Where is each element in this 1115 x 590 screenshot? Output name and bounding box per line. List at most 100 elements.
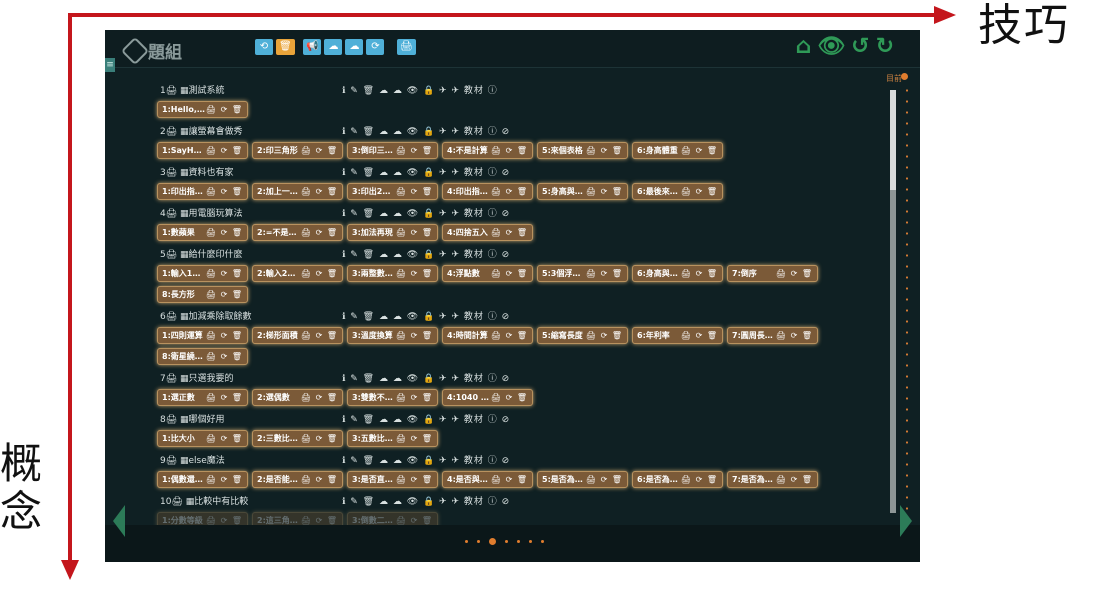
prev-page-arrow-icon[interactable] [113, 505, 125, 537]
trash-icon[interactable]: 🗑 [276, 39, 295, 55]
group-action-icons[interactable]: ℹ ✎ 🗑 ☁ ☁ 👁 🔒 ✈ ✈ 教材 ⓘ ⊘ [342, 371, 510, 384]
page-dot[interactable] [477, 540, 480, 543]
problem-tile[interactable]: 1:數蘋果 🖨 ⟳ 🗑 [157, 224, 248, 241]
tile-action-icons[interactable]: 🖨 ⟳ 🗑 [491, 331, 528, 340]
problem-tile[interactable]: 1:四則運算 🖨 ⟳ 🗑 [157, 327, 248, 344]
page-dot[interactable] [465, 540, 468, 543]
tile-action-icons[interactable]: 🖨 ⟳ 🗑 [206, 290, 243, 299]
problem-tile[interactable]: 3:倒印三角形 🖨 ⟳ 🗑 [347, 142, 438, 159]
tile-action-icons[interactable]: 🖨 ⟳ 🗑 [491, 146, 528, 155]
tile-action-icons[interactable]: 🖨 ⟳ 🗑 [301, 516, 338, 525]
tile-action-icons[interactable]: 🖨 ⟳ 🗑 [586, 146, 623, 155]
problem-tile[interactable]: 6:是否為5的倍數🖨 ⟳ 🗑 [632, 471, 723, 488]
tile-action-icons[interactable]: 🖨 ⟳ 🗑 [681, 269, 718, 278]
tile-action-icons[interactable]: 🖨 ⟳ 🗑 [301, 331, 338, 340]
problem-tile[interactable]: 2:三數比大小 🖨 ⟳ 🗑 [252, 430, 343, 447]
problem-tile[interactable]: 4:1040 輸出調整🖨 ⟳ 🗑 [442, 389, 533, 406]
group-action-icons[interactable]: ℹ ✎ 🗑 ☁ ☁ 👁 🔒 ✈ ✈ 教材 ⓘ [342, 83, 498, 96]
home-icon[interactable]: ⌂ [795, 34, 811, 59]
tile-action-icons[interactable]: 🖨 ⟳ 🗑 [301, 475, 338, 484]
rotate-right-icon[interactable]: ↻ [876, 34, 894, 59]
undo-icon[interactable]: ⟲ [255, 39, 273, 55]
tile-action-icons[interactable]: 🖨 ⟳ 🗑 [396, 331, 433, 340]
tile-action-icons[interactable]: 🖨 ⟳ 🗑 [491, 187, 528, 196]
group-title[interactable]: 10🖨 ▦比較中有比較 [160, 494, 248, 507]
tile-action-icons[interactable]: 🖨 ⟳ 🗑 [396, 269, 433, 278]
page-dot[interactable] [541, 540, 544, 543]
page-dot-active[interactable] [489, 538, 496, 545]
group-title[interactable]: 4🖨 ▦用電腦玩算法 [160, 206, 243, 219]
tile-action-icons[interactable]: 🖨 ⟳ 🗑 [206, 516, 243, 525]
tile-action-icons[interactable]: 🖨 ⟳ 🗑 [206, 434, 243, 443]
tile-action-icons[interactable]: 🖨 ⟳ 🗑 [776, 475, 813, 484]
print-icon[interactable]: 🖨 [397, 39, 416, 55]
problem-tile[interactable]: 6:最後來的是主人🖨 ⟳ 🗑 [632, 183, 723, 200]
problem-tile[interactable]: 3:五數比大小 🖨 ⟳ 🗑 [347, 430, 438, 447]
group-action-icons[interactable]: ℹ ✎ 🗑 ☁ ☁ 👁 🔒 ✈ ✈ 教材 ⓘ ⊘ [342, 124, 510, 137]
problem-tile[interactable]: 1:輸入1個整數🖨 ⟳ 🗑 [157, 265, 248, 282]
tile-action-icons[interactable]: 🖨 ⟳ 🗑 [206, 187, 243, 196]
problem-tile[interactable]: 1:印出指定的數🖨 ⟳ 🗑 [157, 183, 248, 200]
tile-action-icons[interactable]: 🖨 ⟳ 🗑 [776, 269, 813, 278]
problem-tile[interactable]: 4:四捨五入 🖨 ⟳ 🗑 [442, 224, 533, 241]
tile-action-icons[interactable]: 🖨 ⟳ 🗑 [206, 475, 243, 484]
tile-action-icons[interactable]: 🖨 ⟳ 🗑 [301, 187, 338, 196]
problem-tile[interactable]: 1:SayHello 🖨 ⟳ 🗑 [157, 142, 248, 159]
problem-tile[interactable]: 3:是否直角三角形🖨 ⟳ 🗑 [347, 471, 438, 488]
problem-tile[interactable]: 2:=不是等號 🖨 ⟳ 🗑 [252, 224, 343, 241]
problem-tile[interactable]: 4:印出指定的字串🖨 ⟳ 🗑 [442, 183, 533, 200]
problem-tile[interactable]: 1:Hello, DICE🖨 ⟳ 🗑 [157, 101, 248, 118]
megaphone-icon[interactable]: 📢 [303, 39, 322, 55]
tile-action-icons[interactable]: 🖨 ⟳ 🗑 [681, 146, 718, 155]
tile-action-icons[interactable]: 🖨 ⟳ 🗑 [776, 331, 813, 340]
group-title[interactable]: 1🖨 ▦測試系統 [160, 83, 225, 96]
tile-action-icons[interactable]: 🖨 ⟳ 🗑 [681, 331, 718, 340]
tile-action-icons[interactable]: 🖨 ⟳ 🗑 [206, 228, 243, 237]
problem-tile[interactable]: 2:印三角形 🖨 ⟳ 🗑 [252, 142, 343, 159]
tile-action-icons[interactable]: 🖨 ⟳ 🗑 [206, 146, 243, 155]
problem-tile[interactable]: 7:圓周長與面積🖨 ⟳ 🗑 [727, 327, 818, 344]
tile-action-icons[interactable]: 🖨 ⟳ 🗑 [206, 393, 243, 402]
problem-tile[interactable]: 2:選偶數 🖨 ⟳ 🗑 [252, 389, 343, 406]
group-action-icons[interactable]: ℹ ✎ 🗑 ☁ ☁ 👁 🔒 ✈ ✈ 教材 ⓘ ⊘ [342, 453, 510, 466]
eye-icon[interactable]: 👁 [817, 34, 845, 59]
problem-tile[interactable]: 5:3個浮點數 🖨 ⟳ 🗑 [537, 265, 628, 282]
problem-tile[interactable]: 1:偶數還是偶數🖨 ⟳ 🗑 [157, 471, 248, 488]
page-dot[interactable] [517, 540, 520, 543]
group-action-icons[interactable]: ℹ ✎ 🗑 ☁ ☁ 👁 🔒 ✈ ✈ 教材 ⓘ ⊘ [342, 247, 510, 260]
tile-action-icons[interactable]: 🖨 ⟳ 🗑 [586, 331, 623, 340]
problem-tile[interactable]: 3:溫度換算 🖨 ⟳ 🗑 [347, 327, 438, 344]
tile-action-icons[interactable]: 🖨 ⟳ 🗑 [491, 228, 528, 237]
rotate-left-icon[interactable]: ↺ [851, 34, 869, 59]
tile-action-icons[interactable]: 🖨 ⟳ 🗑 [396, 393, 433, 402]
group-title[interactable]: 9🖨 ▦else魔法 [160, 453, 225, 466]
page-dot[interactable] [505, 540, 508, 543]
tile-action-icons[interactable]: 🖨 ⟳ 🗑 [301, 228, 338, 237]
group-action-icons[interactable]: ℹ ✎ 🗑 ☁ ☁ 👁 🔒 ✈ ✈ 教材 ⓘ ⊘ [342, 309, 510, 322]
tile-action-icons[interactable]: 🖨 ⟳ 🗑 [206, 269, 243, 278]
tile-action-icons[interactable]: 🖨 ⟳ 🗑 [396, 516, 433, 525]
refresh-icon[interactable]: ⟳ [366, 39, 385, 55]
tile-action-icons[interactable]: 🖨 ⟳ 🗑 [206, 352, 243, 361]
group-action-icons[interactable]: ℹ ✎ 🗑 ☁ ☁ 👁 🔒 ✈ ✈ 教材 ⓘ ⊘ [342, 412, 510, 425]
tile-action-icons[interactable]: 🖨 ⟳ 🗑 [301, 146, 338, 155]
next-page-arrow-icon[interactable] [900, 505, 912, 537]
problem-tile[interactable]: 8:衛星繞地球 🖨 ⟳ 🗑 [157, 348, 248, 365]
tile-action-icons[interactable]: 🖨 ⟳ 🗑 [491, 393, 528, 402]
tile-action-icons[interactable]: 🖨 ⟳ 🗑 [491, 475, 528, 484]
problem-tile[interactable]: 3:雙數不相等 🖨 ⟳ 🗑 [347, 389, 438, 406]
tile-action-icons[interactable]: 🖨 ⟳ 🗑 [301, 434, 338, 443]
page-dot[interactable] [529, 540, 532, 543]
problem-tile[interactable]: 7:倒序 🖨 ⟳ 🗑 [727, 265, 818, 282]
problem-tile[interactable]: 1:選正數 🖨 ⟳ 🗑 [157, 389, 248, 406]
problem-tile[interactable]: 6:身高體重 🖨 ⟳ 🗑 [632, 142, 723, 159]
tile-action-icons[interactable]: 🖨 ⟳ 🗑 [206, 105, 243, 114]
problem-tile[interactable]: 4:是否與?相關?🖨 ⟳ 🗑 [442, 471, 533, 488]
problem-tile[interactable]: 2:加上一個形容詞🖨 ⟳ 🗑 [252, 183, 343, 200]
problem-tile[interactable]: 8:長方形 🖨 ⟳ 🗑 [157, 286, 248, 303]
group-title[interactable]: 3🖨 ▦資料也有家 [160, 165, 234, 178]
problem-tile[interactable]: 3:印出2個指定字串🖨 ⟳ 🗑 [347, 183, 438, 200]
problem-tile[interactable]: 4:不是計算 🖨 ⟳ 🗑 [442, 142, 533, 159]
tile-action-icons[interactable]: 🖨 ⟳ 🗑 [491, 269, 528, 278]
problem-tile[interactable]: 5:縮寫長度 🖨 ⟳ 🗑 [537, 327, 628, 344]
